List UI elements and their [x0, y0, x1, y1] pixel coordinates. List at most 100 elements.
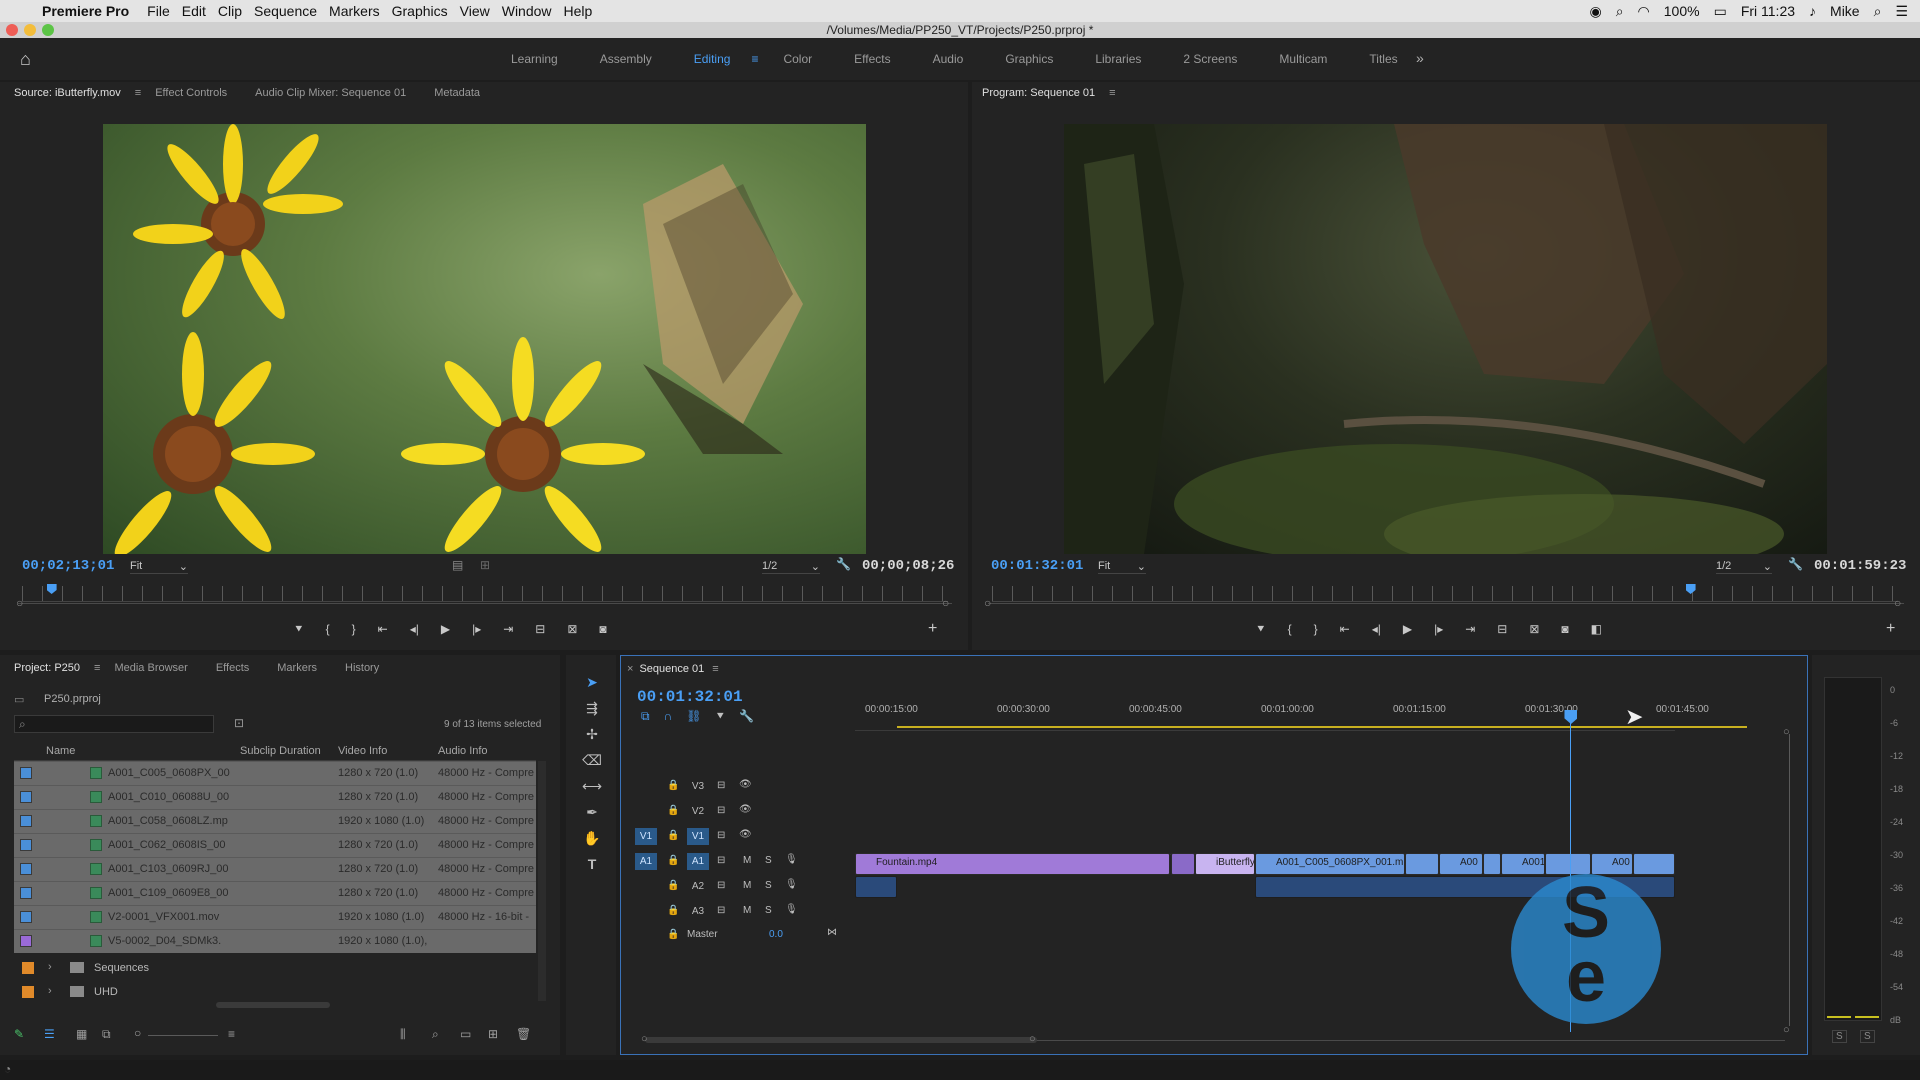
menu-graphics[interactable]: Graphics — [392, 3, 460, 19]
record-icon[interactable]: ◉ — [1589, 3, 1601, 20]
zoom-handle-left[interactable]: ○ — [16, 596, 23, 610]
source-time-ruler[interactable] — [22, 586, 948, 602]
video-clip[interactable]: A00 — [1591, 853, 1633, 875]
lock-icon[interactable]: 🔒 — [667, 805, 679, 816]
project-row[interactable]: V5-0002_D04_SDMk3. 1920 x 1080 (1.0), — [14, 929, 536, 953]
project-row[interactable]: V2-0001_VFX001.mov 1920 x 1080 (1.0) 48000… — [14, 905, 536, 929]
sync-lock-icon[interactable]: ⊟ — [717, 805, 725, 816]
minimize-window-button[interactable] — [24, 24, 36, 36]
menu-clip[interactable]: Clip — [218, 3, 254, 19]
tab-sequence-01[interactable]: Sequence 01 — [639, 663, 712, 675]
project-search-field[interactable]: ⌕ — [14, 715, 214, 733]
lock-icon[interactable]: 🔒 — [667, 830, 679, 841]
mark-out-icon[interactable]: } — [1314, 622, 1318, 642]
tab-audio-clip-mixer[interactable]: Audio Clip Mixer: Sequence 01 — [241, 87, 420, 99]
step-forward-icon[interactable]: |▸ — [472, 622, 481, 642]
sync-lock-icon[interactable]: ⊟ — [717, 880, 725, 891]
mark-out-icon[interactable]: } — [352, 622, 356, 642]
track-target-v2[interactable]: V2 — [687, 803, 709, 820]
track-target-v1[interactable]: V1 — [687, 828, 709, 845]
selection-tool-icon[interactable]: ➤ — [582, 674, 602, 694]
program-resolution-select[interactable]: 1/2 ⌄ — [1716, 560, 1772, 574]
hscroll-handle-right[interactable]: ○ — [1029, 1033, 1036, 1045]
status-icon[interactable]: ◔ — [4, 1062, 11, 1076]
project-horizontal-scrollbar[interactable] — [216, 1002, 330, 1008]
solo-icon[interactable]: S — [765, 905, 772, 916]
overwrite-icon[interactable]: ⊠ — [567, 622, 577, 642]
program-scrub-bar[interactable] — [988, 603, 1904, 604]
project-row[interactable]: A001_C109_0609E8_00 1280 x 720 (1.0) 48000… — [14, 881, 536, 905]
sync-lock-icon[interactable]: ⊟ — [717, 905, 725, 916]
type-tool-icon[interactable]: T — [582, 856, 602, 876]
hand-tool-icon[interactable]: ✋ — [582, 830, 602, 850]
expand-chevron-icon[interactable]: › — [48, 985, 52, 997]
label-color-swatch[interactable] — [20, 935, 32, 947]
home-icon[interactable]: ⌂ — [20, 49, 40, 69]
work-area-bar[interactable] — [897, 726, 1747, 728]
clock[interactable]: Fri 11:23 — [1741, 3, 1795, 19]
workspace-tab-color[interactable]: Color — [762, 52, 833, 66]
source-scrub-bar[interactable] — [18, 603, 952, 604]
vscroll-handle-bottom[interactable]: ○ — [1783, 1024, 1790, 1036]
program-time-ruler[interactable] — [992, 586, 1898, 602]
program-menu-icon[interactable]: ≡ — [1109, 87, 1115, 99]
go-to-in-icon[interactable]: ⇤ — [1340, 622, 1350, 642]
video-clip[interactable] — [1483, 853, 1501, 875]
zoom-window-button[interactable] — [42, 24, 54, 36]
video-clip[interactable] — [1405, 853, 1439, 875]
project-row[interactable]: A001_C062_0608IS_00 1280 x 720 (1.0) 48000… — [14, 833, 536, 857]
go-to-out-icon[interactable]: ⇥ — [503, 622, 513, 642]
workspace-tab-graphics[interactable]: Graphics — [984, 52, 1074, 66]
search-icon[interactable]: ⌕ — [1616, 3, 1624, 20]
wrench-icon[interactable]: 🔧 — [1788, 557, 1803, 571]
add-marker-icon[interactable]: ⯆ — [1256, 622, 1266, 642]
compare-view-icon[interactable]: ◧ — [1591, 622, 1602, 642]
tab-program[interactable]: Program: Sequence 01 — [972, 87, 1109, 99]
step-back-icon[interactable]: ◂| — [410, 622, 419, 642]
project-row[interactable]: A001_C005_0608PX_00 1280 x 720 (1.0) 48000… — [14, 761, 536, 785]
lock-icon[interactable]: 🔒 — [667, 855, 679, 866]
spotlight-icon[interactable]: ⌕ — [1874, 3, 1882, 20]
workspace-tab-multicam[interactable]: Multicam — [1258, 52, 1348, 66]
camera-icon[interactable]: ◙ — [1561, 622, 1568, 642]
hscroll-handle-left[interactable]: ○ — [641, 1033, 648, 1045]
new-item-icon[interactable]: ⊞ — [488, 1027, 498, 1041]
workspace-tab-editing[interactable]: Editing — [673, 52, 752, 66]
audio-clip[interactable] — [855, 876, 897, 898]
menu-help[interactable]: Help — [564, 3, 605, 19]
user-menu[interactable]: Mike — [1830, 3, 1860, 19]
slip-tool-icon[interactable]: ⟷ — [582, 778, 602, 798]
step-forward-icon[interactable]: |▸ — [1434, 622, 1443, 642]
lock-icon[interactable]: 🔒 — [667, 780, 679, 791]
tab-markers[interactable]: Markers — [263, 662, 331, 674]
menu-view[interactable]: View — [460, 3, 502, 19]
add-marker-icon[interactable]: ⯆ — [294, 622, 304, 642]
column-subclip-duration[interactable]: Subclip Duration — [240, 745, 330, 757]
solo-right-button[interactable]: S — [1860, 1030, 1875, 1043]
new-bin-icon[interactable]: ▭ — [460, 1027, 471, 1041]
program-timecode[interactable]: 00:01:32:01 — [991, 558, 1083, 574]
program-fit-select[interactable]: Fit ⌄ — [1098, 560, 1146, 574]
icon-view-icon[interactable]: ▦ — [76, 1027, 87, 1041]
track-select-tool-icon[interactable]: ⇶ — [582, 700, 602, 720]
video-clip[interactable]: Fountain.mp4 — [855, 853, 1170, 875]
app-menu[interactable]: Premiere Pro — [42, 3, 129, 19]
eye-icon[interactable]: 👁 — [739, 829, 752, 840]
workspace-tab-learning[interactable]: Learning — [490, 52, 579, 66]
project-row[interactable]: A001_C103_0609RJ_00 1280 x 720 (1.0) 48000… — [14, 857, 536, 881]
tab-project[interactable]: Project: P250 — [0, 662, 94, 674]
track-target-a3[interactable]: A3 — [687, 903, 709, 920]
program-video-frame[interactable] — [1064, 124, 1827, 554]
label-color-swatch[interactable] — [20, 791, 32, 803]
video-clip[interactable]: A001_C005_0608PX_001.mp4 [V] — [1255, 853, 1405, 875]
label-color-swatch[interactable] — [20, 815, 32, 827]
lock-icon[interactable]: 🔒 — [667, 880, 679, 891]
label-color-swatch[interactable] — [22, 986, 34, 998]
workspace-tab-audio[interactable]: Audio — [912, 52, 985, 66]
timeline-ruler[interactable]: 00:00:15:00 00:00:30:00 00:00:45:00 00:01:0… — [855, 694, 1709, 720]
workspace-menu-icon[interactable]: ≡ — [751, 52, 762, 66]
sync-lock-icon[interactable]: ⊟ — [717, 780, 725, 791]
zoom-handle-left[interactable]: ○ — [984, 596, 991, 610]
timeline-timecode[interactable]: 00:01:32:01 — [637, 688, 743, 706]
linked-selection-icon[interactable]: ⛓ — [686, 709, 701, 725]
